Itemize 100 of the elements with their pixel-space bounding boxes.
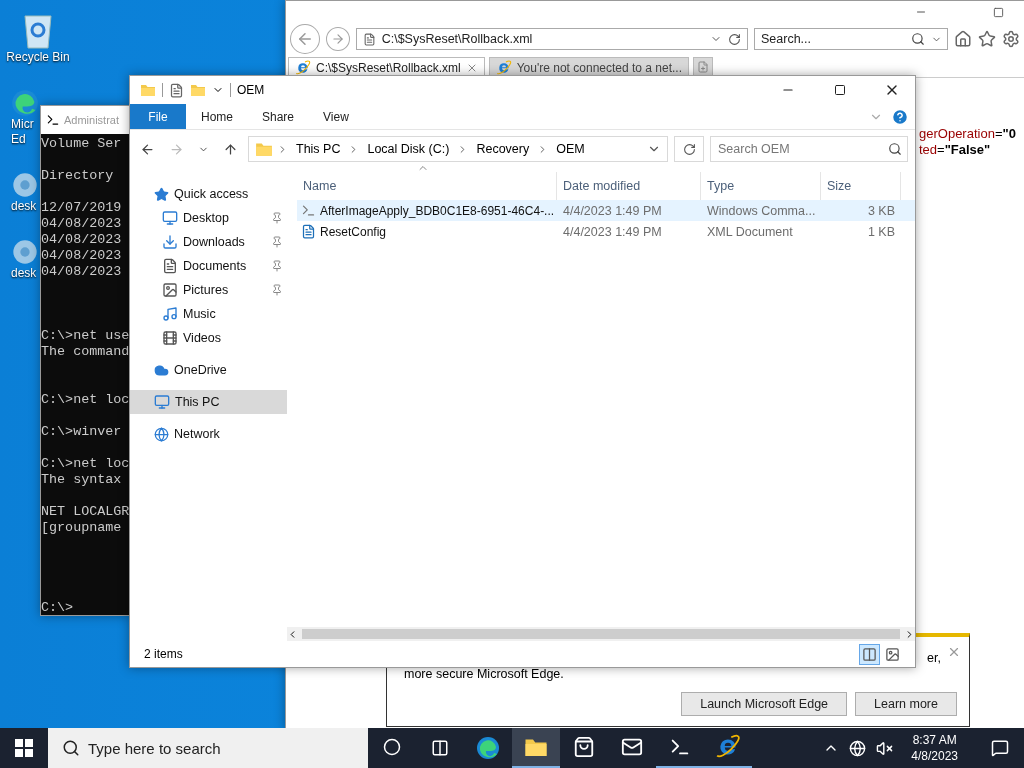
search-field[interactable]: Search...: [754, 28, 948, 50]
document-icon: [162, 258, 178, 274]
image-icon: [162, 282, 178, 298]
window-title: OEM: [237, 83, 265, 97]
refresh-icon[interactable]: [728, 32, 741, 46]
desktop-icon-label[interactable]: Micr: [11, 117, 34, 132]
maximize-icon: [834, 84, 846, 96]
ribbon-tab[interactable]: Home: [186, 104, 247, 129]
star-icon[interactable]: [978, 30, 996, 48]
folder-icon: [255, 140, 273, 158]
edge-icon[interactable]: [476, 736, 500, 760]
refresh-button[interactable]: [674, 136, 704, 162]
console-line: C:\>net loc: [41, 392, 130, 408]
console-line: 12/07/2019: [41, 200, 122, 216]
console-line: [groupname: [41, 520, 122, 536]
notification-text: er,: [927, 651, 941, 665]
volume-muted-icon[interactable]: [876, 739, 894, 757]
taskbar-search-field[interactable]: Type here to search: [48, 728, 368, 768]
forward-arrow-icon: [330, 32, 345, 46]
notification-button[interactable]: Launch Microsoft Edge: [681, 692, 848, 716]
nav-item[interactable]: Videos: [130, 326, 287, 350]
settings-icon[interactable]: [1002, 30, 1020, 48]
star-icon: [154, 186, 169, 202]
ie-icon: [715, 734, 741, 760]
help-icon[interactable]: [891, 107, 909, 126]
maximize-icon[interactable]: [993, 6, 1004, 18]
address-field[interactable]: C:\$SysReset\Rollback.xml: [355, 28, 748, 50]
file-row[interactable]: ResetConfig 4/4/2023 1:49 PM XML Document 1 KB: [297, 221, 915, 242]
ie-icon: [495, 59, 512, 76]
music-icon: [162, 306, 178, 322]
refresh-icon: [682, 142, 696, 156]
pin-icon[interactable]: [271, 260, 283, 272]
monitor-icon: [162, 210, 178, 226]
ribbon-tab[interactable]: Share: [247, 104, 309, 129]
pin-icon[interactable]: [271, 236, 283, 248]
status-text: 2 items: [144, 647, 183, 661]
search-icon: [62, 739, 80, 757]
address-bar[interactable]: This PC Local Disk (C:) Recovery OEM: [248, 136, 668, 162]
search-icon[interactable]: [911, 32, 925, 46]
xml-line: ted="False": [919, 142, 991, 158]
download-icon: [162, 234, 178, 250]
home-icon[interactable]: [954, 30, 972, 48]
console-line: C:\>net use: [41, 328, 130, 344]
nav-item[interactable]: Downloads: [130, 230, 287, 254]
console-line: 04/08/2023: [41, 216, 122, 232]
desktop-icon-label[interactable]: Recycle Bin: [6, 50, 70, 65]
mail-icon: [621, 736, 643, 758]
new-tab-button[interactable]: [693, 57, 714, 77]
browser-tab[interactable]: C:\$SysReset\Rollback.xml: [288, 57, 485, 77]
search-field[interactable]: Search OEM: [710, 136, 908, 162]
nav-item[interactable]: Documents: [130, 254, 287, 278]
horizontal-scrollbar[interactable]: [287, 627, 915, 641]
monitor-icon: [154, 394, 170, 410]
nav-item[interactable]: Quick access: [130, 182, 287, 206]
window-title: Administrat: [64, 114, 120, 126]
console-line: The syntax: [41, 472, 122, 488]
pin-icon[interactable]: [271, 212, 283, 224]
film-icon: [162, 330, 178, 346]
pin-icon[interactable]: [271, 284, 283, 296]
taskbar-app-button[interactable]: [512, 728, 560, 768]
new-page-icon: [697, 61, 710, 73]
close-icon[interactable]: [947, 645, 961, 659]
console-line: C:\>winver: [41, 424, 122, 440]
console-line: 04/08/2023: [41, 248, 122, 264]
nav-item[interactable]: OneDrive: [130, 358, 287, 382]
desktop-icon-label[interactable]: desk: [11, 266, 37, 281]
network-icon: [154, 426, 169, 442]
task-view-icon: [431, 739, 449, 757]
console-line: C:\>net loc: [41, 456, 130, 472]
network-icon[interactable]: [849, 739, 867, 757]
message-icon: [991, 739, 1009, 757]
console-line: Volume Ser: [41, 136, 122, 152]
desktop-icon-label[interactable]: Ed: [11, 132, 26, 147]
browser-tab[interactable]: You're not connected to a net...: [488, 57, 690, 77]
xml-line: gerOperation="0: [919, 126, 1016, 142]
file-row[interactable]: AfterImageApply_BDB0C1E8-6951-46C4-... 4/4/2023 1:49 PM Windows Comma... 3 KB: [297, 200, 915, 221]
cortana-icon: [383, 738, 401, 756]
nav-item[interactable]: Music: [130, 302, 287, 326]
folder-icon: [190, 82, 206, 98]
console-line: C:\>: [41, 600, 74, 615]
desktop-icon-label[interactable]: desk: [11, 199, 37, 214]
console-line: 04/08/2023: [41, 264, 122, 280]
console-icon: [46, 113, 60, 127]
clock[interactable]: 8:37 AM 4/8/2023: [903, 732, 966, 764]
shopping-bag-icon: [573, 736, 595, 758]
ie-icon: [295, 59, 311, 76]
file-tab[interactable]: File: [130, 104, 186, 129]
console-line: The command: [41, 344, 130, 360]
script-file-icon: [301, 203, 316, 218]
nav-item[interactable]: Desktop: [130, 206, 287, 230]
details-view-button[interactable]: [859, 643, 880, 665]
document-icon: [301, 224, 316, 239]
properties-icon[interactable]: [169, 82, 184, 98]
nav-item[interactable]: Network: [130, 422, 287, 446]
nav-item[interactable]: Pictures: [130, 278, 287, 302]
notification-button[interactable]: Learn more: [855, 692, 957, 716]
console-line: Directory: [41, 168, 114, 184]
search-icon[interactable]: [888, 142, 902, 156]
ribbon-tab[interactable]: View: [308, 104, 368, 129]
nav-item[interactable]: This PC: [130, 390, 287, 414]
